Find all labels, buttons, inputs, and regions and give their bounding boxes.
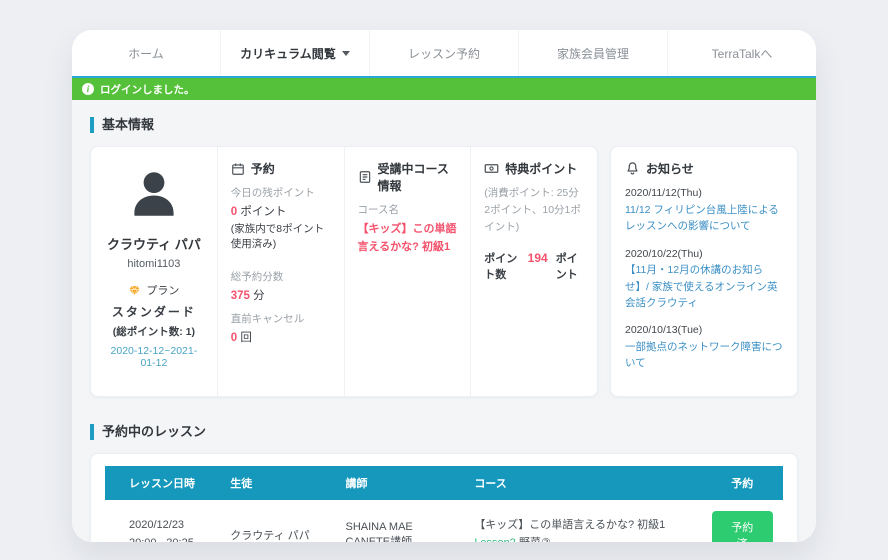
reservation-header: 予約 bbox=[231, 160, 331, 177]
bonus-points-note: (消費ポイント: 25分2ポイント、10分1ポイント) bbox=[484, 185, 584, 235]
cancel-label: 直前キャンセル bbox=[231, 311, 331, 326]
lessons-table-card: レッスン日時 生徒 講師 コース 予約 2020/12/23 20:00 - 2… bbox=[90, 453, 798, 542]
reserved-lessons-heading: 予約中のレッスン bbox=[90, 424, 798, 440]
today-points-label: 今日の残ポイント bbox=[231, 185, 331, 200]
document-icon bbox=[358, 170, 372, 184]
notices-card: お知らせ 2020/11/12(Thu) 11/12 フィリピン台風上陸によるレ… bbox=[610, 146, 798, 396]
current-course-title: 受講中コース情報 bbox=[378, 160, 458, 194]
plan-total-points: (総ポイント数: 1) bbox=[104, 324, 204, 339]
chevron-down-icon bbox=[342, 51, 350, 56]
current-course-header: 受講中コース情報 bbox=[358, 160, 458, 194]
nav-item-home[interactable]: ホーム bbox=[72, 30, 220, 76]
point-ticket-icon bbox=[484, 161, 499, 176]
lesson-student-cell: クラウティ パパ bbox=[220, 500, 335, 542]
plan-name: スタンダード bbox=[104, 303, 204, 320]
lesson-course-topic: 野菜② bbox=[519, 537, 551, 542]
nav-family-management-label: 家族会員管理 bbox=[557, 45, 629, 62]
total-minutes-value: 375 bbox=[231, 290, 250, 302]
bonus-points-column: 特典ポイント (消費ポイント: 25分2ポイント、10分1ポイント) ポイント数… bbox=[471, 147, 597, 395]
lesson-course-title: 【キッズ】この単語言えるかな? 初級1 bbox=[474, 517, 691, 535]
lesson-date: 2020/12/23 bbox=[129, 517, 210, 535]
today-points-note: (家族内で8ポイント使用済み) bbox=[231, 221, 331, 251]
today-points-unit: ポイント bbox=[240, 206, 286, 218]
page-content: 基本情報 クラウティ パパ hitomi1103 bbox=[72, 100, 816, 542]
main-window: ホーム カリキュラム閲覧 レッスン予約 家族会員管理 TerraTalkへ ログ… bbox=[72, 30, 816, 542]
current-course-column: 受講中コース情報 コース名 【キッズ】この単語言えるかな? 初級1 bbox=[345, 147, 472, 395]
table-header-row: レッスン日時 生徒 講師 コース 予約 bbox=[105, 466, 783, 500]
notice-date: 2020/10/22(Thu) bbox=[625, 246, 783, 263]
basic-info-row: クラウティ パパ hitomi1103 プラン スタンダード (総ポイント数: … bbox=[90, 146, 798, 396]
total-minutes-label: 総予約分数 bbox=[231, 269, 331, 284]
lesson-time: 20:00 - 20:25 bbox=[129, 535, 210, 542]
col-header-course: コース bbox=[464, 466, 701, 500]
today-points-value-line: 0 ポイント bbox=[231, 203, 331, 219]
today-points-value: 0 bbox=[231, 206, 237, 218]
profile-username: hitomi1103 bbox=[104, 258, 204, 270]
login-success-banner: ログインしました。 bbox=[72, 78, 816, 100]
course-name-label: コース名 bbox=[358, 202, 458, 217]
total-minutes-value-line: 375 分 bbox=[231, 287, 331, 303]
col-header-reservation: 予約 bbox=[702, 466, 783, 500]
basic-info-heading: 基本情報 bbox=[90, 117, 798, 133]
spacer bbox=[231, 251, 331, 261]
bonus-points-line: ポイント数 194 ポイント bbox=[484, 250, 584, 282]
nav-lesson-booking-label: レッスン予約 bbox=[408, 45, 480, 62]
info-icon bbox=[82, 83, 94, 95]
notice-link[interactable]: 一部拠点のネットワーク障害について bbox=[625, 339, 783, 372]
nav-item-terratalk[interactable]: TerraTalkへ bbox=[667, 30, 816, 76]
reservation-title: 予約 bbox=[251, 160, 275, 177]
notice-link[interactable]: 【11月・12月の休講のお知らせ】/ 家族で使えるオンライン英会話クラウティ bbox=[625, 262, 783, 311]
lesson-course-lesson: Lesson2 bbox=[474, 537, 516, 542]
bonus-points-value: 194 bbox=[528, 251, 548, 265]
lesson-teacher-cell: SHAINA MAE CANETE講師 bbox=[336, 500, 465, 542]
reservation-column: 予約 今日の残ポイント 0 ポイント (家族内で8ポイント使用済み) 総予約分数… bbox=[218, 147, 345, 395]
bonus-points-title: 特典ポイント bbox=[505, 160, 577, 177]
notices-title: お知らせ bbox=[646, 160, 694, 177]
calendar-icon bbox=[231, 162, 245, 176]
bonus-points-unit: ポイント bbox=[556, 250, 584, 282]
user-avatar-icon bbox=[125, 165, 183, 228]
col-header-teacher: 講師 bbox=[336, 466, 465, 500]
notice-date: 2020/11/12(Thu) bbox=[625, 185, 783, 202]
nav-terratalk-label: TerraTalkへ bbox=[712, 45, 773, 62]
notice-item[interactable]: 2020/10/22(Thu) 【11月・12月の休講のお知らせ】/ 家族で使え… bbox=[625, 246, 783, 312]
total-minutes-unit: 分 bbox=[253, 290, 265, 302]
lesson-course-sub: Lesson2 野菜② bbox=[474, 535, 691, 542]
top-nav: ホーム カリキュラム閲覧 レッスン予約 家族会員管理 TerraTalkへ bbox=[72, 30, 816, 78]
basic-info-card: クラウティ パパ hitomi1103 プラン スタンダード (総ポイント数: … bbox=[90, 146, 598, 396]
cancel-value-line: 0 回 bbox=[231, 329, 331, 345]
lesson-datetime-cell: 2020/12/23 20:00 - 20:25 bbox=[105, 500, 220, 542]
nav-item-lesson-booking[interactable]: レッスン予約 bbox=[369, 30, 518, 76]
col-header-datetime: レッスン日時 bbox=[105, 466, 220, 500]
bonus-points-label: ポイント数 bbox=[484, 250, 519, 282]
col-header-student: 生徒 bbox=[220, 466, 335, 500]
cancel-value: 0 bbox=[231, 332, 237, 344]
course-name: 【キッズ】この単語言えるかな? 初級1 bbox=[358, 221, 458, 256]
login-success-message: ログインしました。 bbox=[100, 82, 195, 97]
lesson-course-cell: 【キッズ】この単語言えるかな? 初級1 Lesson2 野菜② bbox=[464, 500, 701, 542]
nav-curriculum-label: カリキュラム閲覧 bbox=[240, 45, 336, 62]
plan-line: プラン bbox=[104, 282, 204, 298]
nav-item-family-management[interactable]: 家族会員管理 bbox=[518, 30, 667, 76]
notice-link[interactable]: 11/12 フィリピン台風上陸によるレッスンへの影響について bbox=[625, 202, 783, 235]
reserved-lessons-section: 予約中のレッスン レッスン日時 生徒 講師 コース 予約 bbox=[90, 424, 798, 543]
nav-item-curriculum[interactable]: カリキュラム閲覧 bbox=[220, 30, 369, 76]
notice-item[interactable]: 2020/10/13(Tue) 一部拠点のネットワーク障害について bbox=[625, 322, 783, 371]
bonus-points-header: 特典ポイント bbox=[484, 160, 584, 177]
notice-date: 2020/10/13(Tue) bbox=[625, 322, 783, 339]
plan-period: 2020-12-12~2021-01-12 bbox=[104, 345, 204, 369]
plan-label: プラン bbox=[146, 282, 179, 298]
lessons-table: レッスン日時 生徒 講師 コース 予約 2020/12/23 20:00 - 2… bbox=[105, 466, 783, 542]
reserved-status-button[interactable]: 予約済 bbox=[712, 511, 773, 542]
lesson-status-cell: 予約済 bbox=[702, 500, 783, 542]
profile-name: クラウティ パパ bbox=[104, 234, 204, 253]
notices-header: お知らせ bbox=[625, 160, 783, 177]
nav-home-label: ホーム bbox=[128, 45, 164, 62]
table-row: 2020/12/23 20:00 - 20:25 クラウティ パパ SHAINA… bbox=[105, 500, 783, 542]
notice-item[interactable]: 2020/11/12(Thu) 11/12 フィリピン台風上陸によるレッスンへの… bbox=[625, 185, 783, 234]
gem-icon bbox=[128, 284, 141, 297]
cancel-unit: 回 bbox=[240, 332, 252, 344]
bell-icon bbox=[625, 161, 640, 176]
profile-column: クラウティ パパ hitomi1103 プラン スタンダード (総ポイント数: … bbox=[91, 147, 218, 395]
